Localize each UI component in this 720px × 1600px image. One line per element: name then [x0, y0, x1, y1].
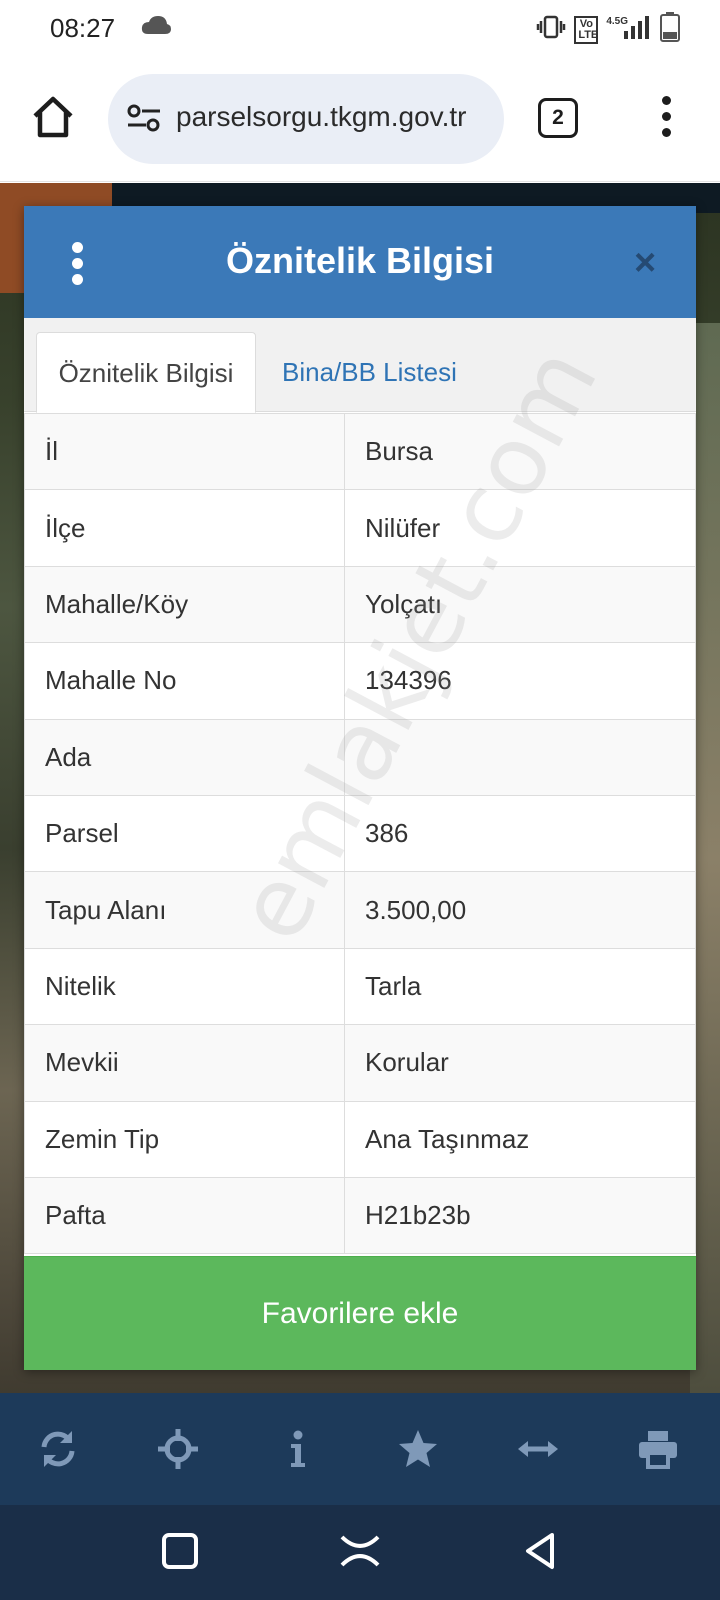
recents-icon[interactable]: [158, 1529, 202, 1573]
row-label: İlçe: [24, 489, 345, 567]
cloud-icon: [140, 14, 172, 41]
table-row: İl Bursa: [24, 412, 696, 491]
table-row: Mahalle/Köy Yolçatı: [24, 565, 696, 644]
url-text: parselsorgu.tkgm.gov.tr: [176, 101, 467, 132]
table-row: Ada: [24, 718, 696, 796]
close-icon[interactable]: ×: [634, 244, 656, 282]
status-time: 08:27: [50, 13, 116, 43]
row-value: Yolçatı: [344, 565, 696, 644]
row-label: Nitelik: [24, 947, 345, 1026]
row-label: Mahalle/Köy: [24, 565, 345, 644]
row-value: Tarla: [344, 947, 696, 1026]
row-value: 134396: [344, 642, 696, 720]
row-label: Mahalle No: [24, 642, 345, 720]
add-to-favorites-button[interactable]: Favorilere ekle: [24, 1256, 696, 1370]
home-nav-icon[interactable]: [338, 1529, 382, 1573]
network-type: 4.5G: [606, 16, 628, 27]
browser-toolbar: parselsorgu.tkgm.gov.tr 2: [0, 56, 720, 182]
back-icon[interactable]: [518, 1529, 562, 1573]
print-icon[interactable]: [636, 1427, 680, 1471]
table-row: Pafta H21b23b: [24, 1176, 696, 1255]
table-row: Mevkii Korular: [24, 1024, 696, 1102]
attribute-table: İl Bursa İlçe Nilüfer Mahalle/Köy Yolçatı M…: [24, 412, 696, 1255]
star-icon[interactable]: [396, 1427, 440, 1471]
vibrate-icon: [536, 15, 566, 44]
table-row: Tapu Alanı 3.500,00: [24, 871, 696, 949]
address-bar[interactable]: parselsorgu.tkgm.gov.tr: [108, 74, 504, 164]
table-row: Parsel 386: [24, 794, 696, 873]
row-label: Ada: [24, 718, 345, 796]
home-icon: [33, 96, 73, 138]
tab-building-list[interactable]: Bina/BB Listesi: [282, 332, 457, 412]
map-toolbar: [0, 1393, 720, 1505]
info-icon[interactable]: [276, 1427, 320, 1471]
status-bar: 08:27 Vo LTE 4.5G: [0, 0, 720, 56]
volte-icon: Vo LTE: [574, 15, 599, 44]
row-value: Nilüfer: [344, 489, 696, 567]
row-value: [344, 718, 696, 796]
home-button[interactable]: [30, 94, 76, 140]
browser-menu-icon[interactable]: [656, 96, 676, 140]
row-label: Zemin Tip: [24, 1100, 345, 1178]
battery-icon: [660, 12, 680, 47]
system-nav-bar: [0, 1505, 720, 1600]
locate-icon[interactable]: [156, 1427, 200, 1471]
row-value: Bursa: [344, 412, 696, 491]
table-row: İlçe Nilüfer: [24, 489, 696, 567]
row-value: H21b23b: [344, 1176, 696, 1255]
dialog-title: Öznitelik Bilgisi: [225, 240, 495, 281]
row-label: Mevkii: [24, 1024, 345, 1102]
row-value: Korular: [344, 1024, 696, 1102]
row-value: 3.500,00: [344, 871, 696, 949]
refresh-icon[interactable]: [36, 1427, 80, 1471]
tab-switcher-button[interactable]: 2: [538, 98, 578, 138]
tab-attribute-info[interactable]: Öznitelik Bilgisi: [36, 332, 256, 413]
attribute-dialog: Öznitelik Bilgisi × Öznitelik Bilgisi Bi…: [24, 206, 696, 1370]
row-value: Ana Taşınmaz: [344, 1100, 696, 1178]
row-label: Parsel: [24, 794, 345, 873]
site-settings-icon[interactable]: [126, 102, 162, 139]
dialog-header: Öznitelik Bilgisi ×: [24, 206, 696, 318]
table-row: Zemin Tip Ana Taşınmaz: [24, 1100, 696, 1178]
table-row: Nitelik Tarla: [24, 947, 696, 1026]
row-value: 386: [344, 794, 696, 873]
measure-icon[interactable]: [516, 1427, 560, 1471]
dialog-tabs: Öznitelik Bilgisi Bina/BB Listesi: [24, 318, 696, 413]
row-label: İl: [24, 412, 345, 491]
row-label: Tapu Alanı: [24, 871, 345, 949]
table-row: Mahalle No 134396: [24, 642, 696, 720]
row-label: Pafta: [24, 1176, 345, 1255]
